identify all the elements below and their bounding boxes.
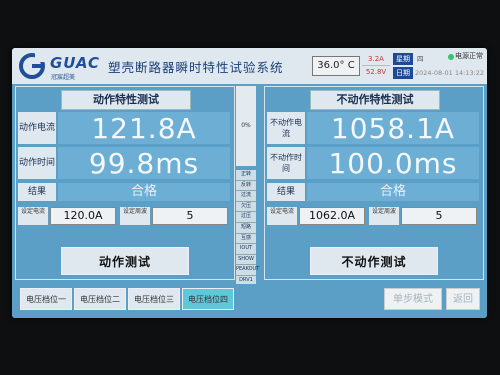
brand-logo: GUAC 冠宸超美 [18,52,100,81]
panel-title[interactable]: 不动作特性测试 [310,90,440,110]
tab-voltage-2[interactable]: 电压档位二 [74,288,126,310]
brand-subtitle: 冠宸超美 [51,74,76,81]
temperature-readout: 36.0° C [312,56,360,76]
result-value: 合格 [307,183,479,201]
mode-indicator: 短路 [236,222,256,234]
weekday-label: 星期 [393,53,413,65]
set-current-label: 设定电流 [18,207,48,225]
tab-voltage-1[interactable]: 电压档位一 [20,288,72,310]
current-label: 动作电流 [18,112,56,144]
weekday-value: 四 [417,55,424,63]
set-cycles-input[interactable]: 5 [152,207,228,225]
mode-indicator: 欠压 [236,201,256,213]
brand-logo-icon [19,52,47,79]
pickup-test-button[interactable]: 动作测试 [61,247,189,275]
mode-indicator: 互感 [236,233,256,245]
time-label: 不动作时间 [267,147,305,179]
mode-indicator: SHOW [236,254,256,266]
set-cycles-input[interactable]: 5 [401,207,477,225]
mode-indicator: PEAKOUT [236,265,259,276]
header-bar: GUAC 冠宸超美 塑壳断路器瞬时特性试验系统 36.0° C 3.2A 52.… [12,48,487,84]
set-cycles-label: 设定周波 [120,207,150,225]
set-current-input[interactable]: 120.0A [50,207,116,225]
time-label: 动作时间 [18,147,56,179]
brand-name: GUAC [50,54,100,72]
meter-voltage: 52.8V [365,68,387,76]
meter-current: 3.2A [362,53,390,66]
set-current-label: 设定电流 [267,207,297,225]
nonpickup-test-button[interactable]: 不动作测试 [310,247,438,275]
current-value: 121.8A [58,112,230,145]
status-label: 电源正常 [455,52,483,60]
mode-indicator: 过压 [236,212,256,223]
tab-voltage-4[interactable]: 电压档位四 [182,288,234,310]
back-button[interactable]: 返回 [446,288,480,310]
page-title: 塑壳断路器瞬时特性试验系统 [108,60,284,75]
mode-indicator: 过流 [236,191,256,202]
tab-voltage-3[interactable]: 电压档位三 [128,288,180,310]
status-indicator-icon [448,54,454,60]
result-label: 结果 [18,183,56,201]
nonpickup-test-panel: 不动作特性测试 不动作电流 1058.1A 不动作时间 100.0ms 结果 合… [264,86,484,280]
date-value: 2024-08-01 14:13:22 [415,69,485,77]
set-cycles-label: 设定周波 [369,207,399,225]
mode-indicator: IOUT [236,244,256,255]
current-value: 1058.1A [307,112,479,145]
panel-title[interactable]: 动作特性测试 [61,90,191,110]
step-mode-button[interactable]: 单步模式 [384,288,442,310]
result-label: 结果 [267,183,305,201]
progress-bar: 0% [236,86,256,166]
status-column: 0% 正转反转过流欠压过压短路互感IOUTSHOWPEAKOUTDRV1DRV2… [236,86,259,308]
current-label: 不动作电流 [267,112,305,144]
hmi-screen: GUAC 冠宸超美 塑壳断路器瞬时特性试验系统 36.0° C 3.2A 52.… [12,48,487,318]
footer-bar: 电压档位一 电压档位二 电压档位三 电压档位四 单步模式 返回 [12,284,487,318]
date-label: 日期 [393,67,413,79]
pickup-test-panel: 动作特性测试 动作电流 121.8A 动作时间 99.8ms 结果 合格 设定电… [15,86,235,280]
progress-label: 0% [241,122,251,129]
mode-indicator: 正转 [236,170,256,181]
mode-indicator: 反转 [236,180,256,192]
time-value: 99.8ms [58,147,230,180]
result-value: 合格 [58,183,230,201]
time-value: 100.0ms [307,147,479,180]
set-current-input[interactable]: 1062.0A [299,207,365,225]
